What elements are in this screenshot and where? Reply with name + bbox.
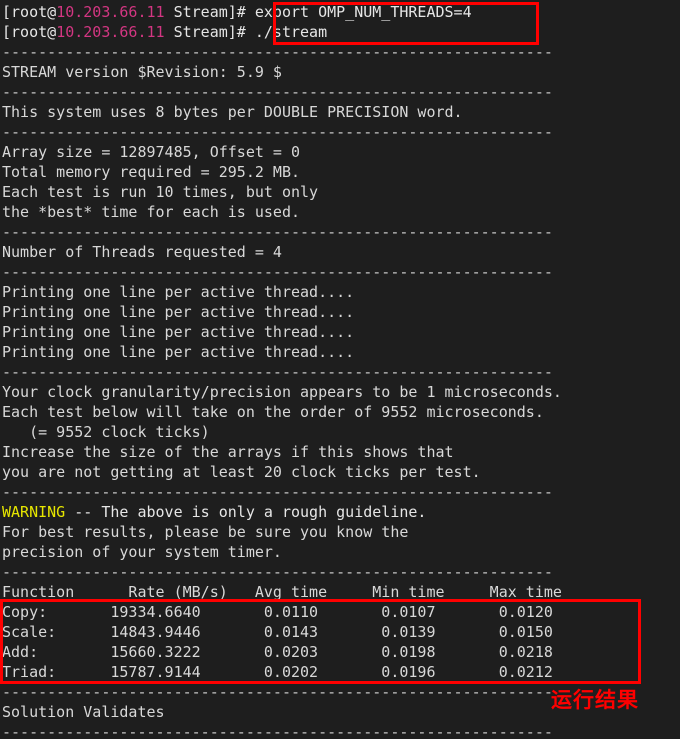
separator-line: ----------------------------------------… [2,363,553,381]
separator-line: ----------------------------------------… [2,43,553,61]
separator-line: ----------------------------------------… [2,123,553,141]
prompt-prefix: [root@ [2,23,57,41]
separator-line: ----------------------------------------… [2,223,553,241]
separator-line: ----------------------------------------… [2,83,553,101]
table-row: Scale: 14843.9446 0.0143 0.0139 0.0150 [2,623,553,641]
prompt-line-1: [root@10.203.66.11 Stream]# export OMP_N… [2,2,680,22]
warning-text: -- The above is only a rough guideline. [65,503,427,521]
output-test-order: Each test below will take on the order o… [2,403,544,421]
output-clock-granularity: Your clock granularity/precision appears… [2,383,562,401]
table-row: Copy: 19334.6640 0.0110 0.0107 0.0120 [2,603,553,621]
output-thread-line: Printing one line per active thread.... [2,283,355,301]
results-table-header: Function Rate (MB/s) Avg time Min time M… [2,583,562,601]
separator-line: ----------------------------------------… [2,563,553,581]
prompt-ip: 10.203.66.11 [56,23,165,41]
prompt-dir: Stream]# [164,23,255,41]
output-word-size: This system uses 8 bytes per DOUBLE PREC… [2,103,463,121]
command-export: export OMP_NUM_THREADS=4 [254,3,472,21]
output-thread-line: Printing one line per active thread.... [2,343,355,361]
prompt-line-2: [root@10.203.66.11 Stream]# ./stream [2,22,680,42]
terminal-window: [root@10.203.66.11 Stream]# export OMP_N… [0,0,680,739]
output-thread-line: Printing one line per active thread.... [2,323,355,341]
output-array-size: Array size = 12897485, Offset = 0 [2,143,301,161]
separator-line: ----------------------------------------… [2,263,553,281]
output-best-results: For best results, please be sure you kno… [2,523,409,541]
separator-line: ----------------------------------------… [2,723,553,739]
separator-line: ----------------------------------------… [2,483,553,501]
output-thread-line: Printing one line per active thread.... [2,303,355,321]
output-clock-ticks: (= 9552 clock ticks) [2,423,210,441]
prompt-prefix: [root@ [2,3,57,21]
command-run-stream: ./stream [254,23,328,41]
output-threads-requested: Number of Threads requested = 4 [2,243,282,261]
table-row: Triad: 15787.9144 0.0202 0.0196 0.0212 [2,663,553,681]
output-version: STREAM version $Revision: 5.9 $ [2,63,282,81]
terminal-screen[interactable]: [root@10.203.66.11 Stream]# export OMP_N… [0,2,680,739]
annotation-label-results: 运行结果 [551,688,639,712]
output-timer-precision: precision of your system timer. [2,543,282,561]
output-min-ticks: you are not getting at least 20 clock ti… [2,463,481,481]
warning-label: WARNING [2,503,66,521]
output-best-time: the *best* time for each is used. [2,203,301,221]
output-increase-size: Increase the size of the arrays if this … [2,443,454,461]
output-total-memory: Total memory required = 295.2 MB. [2,163,301,181]
warning-line: WARNING -- The above is only a rough gui… [2,502,680,522]
prompt-dir: Stream]# [164,3,255,21]
prompt-ip: 10.203.66.11 [56,3,165,21]
output-run-count: Each test is run 10 times, but only [2,183,319,201]
table-row: Add: 15660.3222 0.0203 0.0198 0.0218 [2,643,553,661]
